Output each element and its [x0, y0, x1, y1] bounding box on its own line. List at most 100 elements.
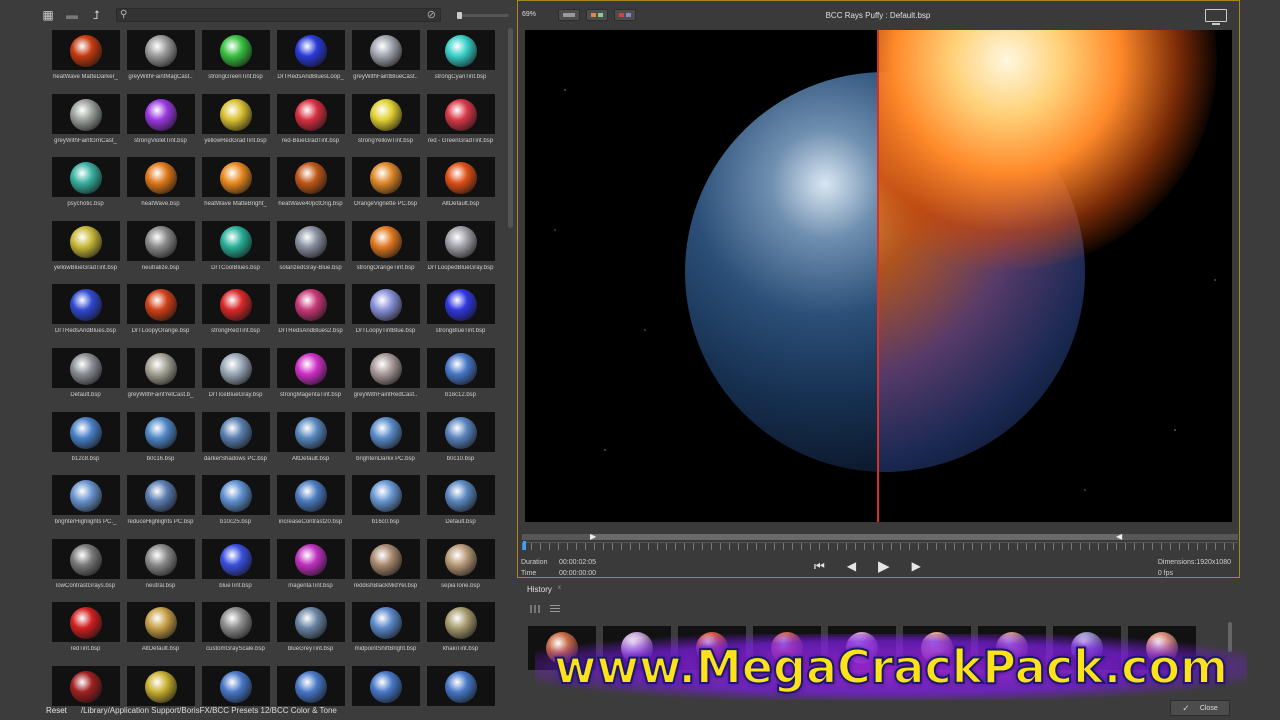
- preset-item[interactable]: Default.bsp: [423, 475, 498, 539]
- preset-item[interactable]: OrangeVignette PC.bsp: [348, 157, 423, 221]
- preset-thumbnail[interactable]: [126, 157, 195, 198]
- search-input[interactable]: ⚲ ⊘: [116, 8, 441, 22]
- preset-item[interactable]: DrTRedsAndBluesLoop_: [273, 30, 348, 94]
- preset-thumbnail[interactable]: [426, 411, 495, 452]
- preset-thumbnail[interactable]: [201, 93, 270, 134]
- preset-thumbnail[interactable]: [351, 538, 420, 579]
- preset-item[interactable]: DrTLoopyOrange.bsp: [123, 284, 198, 348]
- out-point-marker[interactable]: ◀: [1116, 532, 1122, 541]
- preset-thumbnail[interactable]: [201, 538, 270, 579]
- preset-thumbnail[interactable]: [126, 93, 195, 134]
- preview-viewer[interactable]: [525, 30, 1232, 522]
- preset-thumbnail[interactable]: [51, 347, 120, 388]
- preset-thumbnail[interactable]: [351, 411, 420, 452]
- preset-item[interactable]: strongOrangeTint.bsp: [348, 220, 423, 285]
- preset-item[interactable]: AltDefault.bsp: [423, 157, 498, 221]
- preset-item[interactable]: red - GreenGradTint.bsp: [423, 93, 498, 158]
- preset-item[interactable]: b10c25.bsp: [198, 475, 273, 539]
- side-by-side-button[interactable]: [614, 9, 636, 21]
- preset-thumbnail[interactable]: [276, 157, 345, 198]
- preset-item[interactable]: yellowBlueGradTint.bsp: [48, 220, 123, 285]
- preset-thumbnail[interactable]: [276, 475, 345, 516]
- preset-thumbnail[interactable]: [201, 157, 270, 198]
- preset-thumbnail[interactable]: [426, 347, 495, 388]
- close-button[interactable]: ✓ Close: [1170, 700, 1230, 716]
- preset-item[interactable]: strongRedTint.bsp: [198, 284, 273, 348]
- preset-thumbnail[interactable]: [126, 602, 195, 643]
- preset-thumbnail[interactable]: [201, 347, 270, 388]
- preset-item[interactable]: sepiaTone.bsp: [423, 538, 498, 603]
- preset-item[interactable]: Default.bsp: [48, 347, 123, 412]
- timeline-range[interactable]: ▶ ◀: [522, 532, 1238, 541]
- preset-thumbnail[interactable]: [426, 220, 495, 261]
- preset-item[interactable]: b0c16.bsp: [123, 411, 198, 476]
- split-divider[interactable]: [877, 30, 879, 522]
- preset-item[interactable]: blueGreyTint.bsp: [273, 602, 348, 666]
- preset-item[interactable]: reduceHighlights PC.bsp: [123, 475, 198, 539]
- preset-item[interactable]: yellowRedGradTint.bsp: [198, 93, 273, 158]
- preset-item[interactable]: heatWave MatteBright_: [198, 157, 273, 221]
- preset-item[interactable]: blueTint.bsp: [198, 538, 273, 603]
- preset-thumbnail[interactable]: [126, 411, 195, 452]
- preset-thumbnail[interactable]: [276, 220, 345, 261]
- preset-thumbnail[interactable]: [426, 602, 495, 643]
- preset-item[interactable]: DrTCoolBlues.bsp: [198, 220, 273, 285]
- preset-item[interactable]: khakiTint.bsp: [423, 602, 498, 666]
- preset-item[interactable]: strongGreenTint.bsp: [198, 30, 273, 94]
- preset-item[interactable]: b0c10.bsp: [423, 411, 498, 476]
- preset-item[interactable]: AltDefault.bsp: [273, 411, 348, 476]
- preset-thumbnail[interactable]: [276, 538, 345, 579]
- preset-item[interactable]: lowContrastGrays.bsp: [48, 538, 123, 603]
- grid-view-icon[interactable]: ▦: [40, 8, 56, 22]
- preset-thumbnail[interactable]: [51, 411, 120, 452]
- preset-thumbnail[interactable]: [276, 411, 345, 452]
- preset-thumbnail[interactable]: [51, 157, 120, 198]
- preset-thumbnail[interactable]: [351, 347, 420, 388]
- preset-thumbnail[interactable]: [351, 157, 420, 198]
- preset-item[interactable]: increaseContrast20.bsp: [273, 475, 348, 539]
- preset-thumbnail[interactable]: [126, 347, 195, 388]
- clear-search-icon[interactable]: ⊘: [427, 8, 436, 21]
- preset-thumbnail[interactable]: [351, 602, 420, 643]
- preset-item[interactable]: darkerShadows PC.bsp: [198, 411, 273, 476]
- preset-item[interactable]: greyWithFaintRedCast..: [348, 347, 423, 412]
- preset-item[interactable]: psychotic.bsp: [48, 157, 123, 221]
- preset-thumbnail[interactable]: [426, 538, 495, 579]
- preset-item[interactable]: reddishBlackMidYel.bsp: [348, 538, 423, 603]
- preset-thumbnail[interactable]: [351, 284, 420, 325]
- preset-item[interactable]: b16c0.bsp: [348, 475, 423, 539]
- preset-item[interactable]: midpointShiftBright.bsp: [348, 602, 423, 666]
- slider-knob[interactable]: [457, 11, 462, 19]
- preset-thumbnail[interactable]: [276, 347, 345, 388]
- preset-item[interactable]: neutral.bsp: [123, 538, 198, 603]
- browser-scrollbar[interactable]: [508, 28, 513, 228]
- preset-item[interactable]: strongMagentaTint.bsp: [273, 347, 348, 412]
- preset-item[interactable]: strongCyanTint.bsp: [423, 30, 498, 94]
- go-to-start-icon[interactable]: ⏮: [814, 559, 825, 574]
- history-grid-icon[interactable]: [530, 605, 540, 613]
- preset-thumbnail[interactable]: [126, 538, 195, 579]
- preset-item[interactable]: solarizedGray-Blue.bsp: [273, 220, 348, 285]
- preset-item[interactable]: heatWave.bsp: [123, 157, 198, 221]
- preset-thumbnail[interactable]: [51, 602, 120, 643]
- preset-item[interactable]: greyWithFaintYelCast.b_: [123, 347, 198, 412]
- preset-thumbnail[interactable]: [126, 284, 195, 325]
- timeline-ruler[interactable]: [522, 542, 1238, 550]
- playhead[interactable]: [523, 541, 526, 550]
- preset-thumbnail[interactable]: [126, 220, 195, 261]
- list-view-icon[interactable]: ▬: [64, 8, 80, 22]
- preset-item[interactable]: neutralize.bsp: [123, 220, 198, 285]
- preset-thumbnail[interactable]: [426, 93, 495, 134]
- preset-item[interactable]: redTint.bsp: [48, 602, 123, 666]
- thumbnail-size-slider[interactable]: [457, 11, 509, 19]
- preset-thumbnail[interactable]: [276, 30, 345, 70]
- preset-thumbnail[interactable]: [51, 30, 120, 70]
- preset-item[interactable]: b18c12.bsp: [423, 347, 498, 412]
- preset-thumbnail[interactable]: [201, 30, 270, 70]
- preset-thumbnail[interactable]: [276, 284, 345, 325]
- close-tab-icon[interactable]: x: [558, 585, 561, 591]
- preset-item[interactable]: heatWave MatteDarker_: [48, 30, 123, 94]
- preset-item[interactable]: brighterHighlights PC._: [48, 475, 123, 539]
- preset-item[interactable]: customGrayScale.bsp: [198, 602, 273, 666]
- preset-item[interactable]: DrTRedsAndBlues2.bsp: [273, 284, 348, 348]
